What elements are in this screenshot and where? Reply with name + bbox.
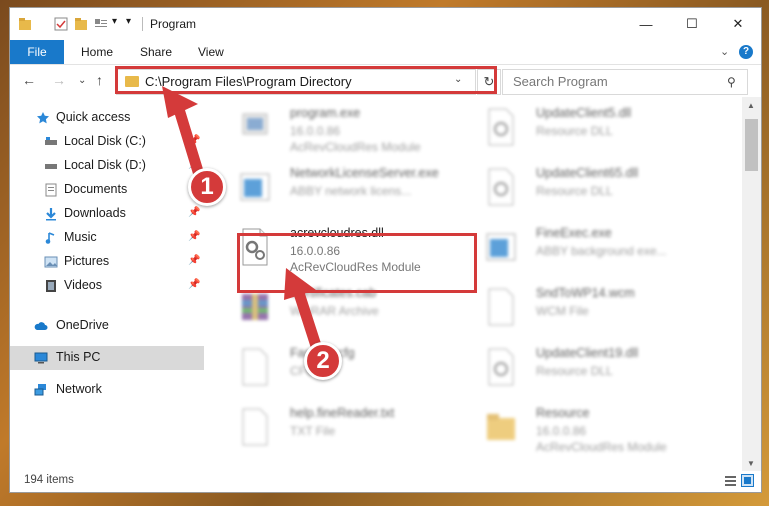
arrow-to-file [284, 268, 324, 358]
callout-step-1: 1 [188, 168, 226, 206]
arrow-to-address-bar [162, 86, 206, 184]
annotation-arrows [162, 86, 324, 358]
callout-step-2: 2 [304, 342, 342, 380]
